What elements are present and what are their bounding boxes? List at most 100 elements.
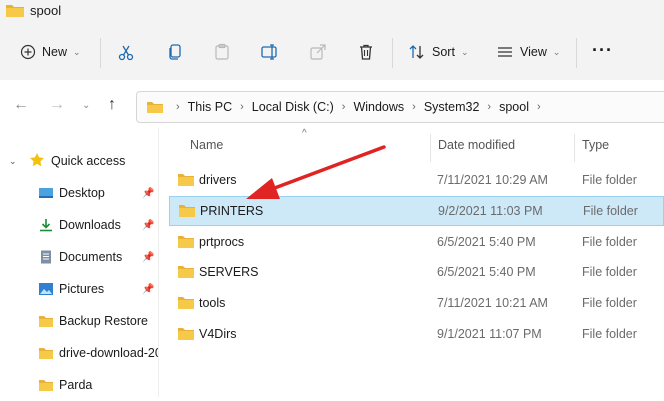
file-type: File folder (582, 296, 637, 310)
sidebar-item-parda[interactable]: Parda (0, 369, 158, 401)
file-date: 6/5/2021 5:40 PM (437, 235, 536, 249)
star-icon (29, 152, 45, 168)
file-date: 7/11/2021 10:29 AM (437, 173, 548, 187)
view-button[interactable]: View ⌄ (496, 44, 560, 60)
share-icon[interactable] (309, 43, 327, 61)
sidebar-item-backup-restore[interactable]: Backup Restore (0, 305, 158, 337)
address-bar[interactable]: › This PC › Local Disk (C:) › Windows › … (136, 91, 664, 123)
sort-icon (408, 44, 426, 60)
file-name: SERVERS (199, 265, 259, 279)
sidebar-item-label: Backup Restore (59, 314, 148, 328)
pictures-icon (38, 282, 54, 296)
breadcrumb-chevron-icon: › (487, 101, 492, 113)
sidebar-item-label: Documents (59, 250, 123, 264)
sidebar-item-label: Quick access (51, 154, 126, 168)
breadcrumb-windows[interactable]: Windows (353, 100, 404, 114)
folder-icon (38, 346, 54, 360)
sidebar-item-label: Pictures (59, 282, 105, 296)
chevron-down-icon: ⌄ (552, 46, 561, 57)
chevron-down-icon: ⌄ (73, 46, 81, 57)
paste-icon[interactable] (213, 43, 231, 61)
sidebar-item-label: drive-download-20 (59, 346, 158, 360)
breadcrumb-this-pc[interactable]: This PC (188, 100, 232, 114)
file-row-v4dirs[interactable]: V4Dirs 9/1/2021 11:07 PM File folder (169, 319, 664, 349)
folder-icon (38, 378, 54, 392)
folder-icon (146, 100, 164, 114)
breadcrumb-local-disk[interactable]: Local Disk (C:) (252, 100, 334, 114)
file-type: File folder (582, 173, 637, 187)
breadcrumb-spool[interactable]: spool (499, 100, 529, 114)
breadcrumb-chevron-icon: › (536, 101, 541, 113)
more-options-button[interactable]: ··· (592, 40, 613, 61)
breadcrumb-chevron-icon: › (176, 101, 180, 113)
file-type: File folder (582, 265, 637, 279)
breadcrumb-chevron-icon: › (341, 101, 346, 113)
file-type: File folder (583, 204, 638, 218)
sidebar-item-label: Desktop (59, 186, 105, 200)
folder-icon (177, 235, 195, 249)
file-row-printers[interactable]: PRINTERS 9/2/2021 11:03 PM File folder (169, 196, 664, 226)
file-row-tools[interactable]: tools 7/11/2021 10:21 AM File folder (169, 288, 664, 318)
file-date: 9/2/2021 11:03 PM (438, 204, 543, 218)
delete-icon[interactable] (357, 43, 375, 61)
toolbar-divider (392, 38, 393, 68)
sidebar-item-label: Downloads (59, 218, 121, 232)
file-type: File folder (582, 235, 637, 249)
folder-icon (177, 265, 195, 279)
title-bar (0, 0, 664, 26)
folder-icon (177, 296, 195, 310)
chevron-down-icon: ⌄ (460, 46, 469, 57)
file-row-prtprocs[interactable]: prtprocs 6/5/2021 5:40 PM File folder (169, 227, 664, 257)
sidebar-item-drive-download[interactable]: drive-download-20 (0, 337, 158, 369)
pin-icon: 📌 (142, 187, 155, 199)
cut-icon[interactable] (117, 44, 135, 62)
breadcrumb-chevron-icon: › (412, 101, 416, 113)
folder-icon (5, 2, 25, 18)
folder-icon (177, 327, 195, 341)
file-type: File folder (582, 327, 637, 341)
back-arrow-icon[interactable]: ← (13, 96, 29, 114)
pin-icon: 📌 (142, 283, 155, 295)
breadcrumb-system32[interactable]: System32 (424, 100, 480, 114)
toolbar-divider (576, 38, 577, 68)
sidebar-item-downloads[interactable]: Downloads 📌 (0, 209, 158, 241)
recent-locations-chevron-icon[interactable]: ⌄ (82, 100, 90, 111)
column-header-type[interactable]: Type (582, 138, 609, 152)
documents-icon (38, 250, 54, 264)
pin-icon: 📌 (142, 251, 155, 263)
folder-icon (178, 204, 196, 218)
column-header-name[interactable]: Name (190, 138, 223, 152)
sidebar-item-desktop[interactable]: Desktop 📌 (0, 177, 158, 209)
sidebar-item-pictures[interactable]: Pictures 📌 (0, 273, 158, 305)
view-list-icon (496, 44, 514, 60)
column-divider (574, 134, 575, 162)
file-row-servers[interactable]: SERVERS 6/5/2021 5:40 PM File folder (169, 257, 664, 287)
chevron-down-icon: ⌄ (9, 155, 17, 166)
folder-icon (177, 173, 195, 187)
toolbar-divider (100, 38, 101, 68)
pin-icon: 📌 (142, 219, 155, 231)
new-button[interactable]: New ⌄ (20, 44, 81, 60)
window-title: spool (30, 3, 62, 18)
new-label: New (42, 45, 68, 59)
sort-button[interactable]: Sort ⌄ (408, 44, 468, 60)
sidebar-item-documents[interactable]: Documents 📌 (0, 241, 158, 273)
sort-ascending-caret-icon: ^ (302, 128, 307, 139)
file-name: tools (199, 296, 226, 310)
rename-icon[interactable] (260, 43, 280, 61)
file-name: drivers (199, 173, 237, 187)
plus-circle-icon (20, 44, 36, 60)
file-row-drivers[interactable]: drivers 7/11/2021 10:29 AM File folder (169, 165, 664, 195)
column-header-date-modified[interactable]: Date modified (438, 138, 515, 152)
file-name: PRINTERS (200, 204, 264, 218)
forward-arrow-icon[interactable]: → (49, 96, 65, 114)
download-icon (38, 218, 54, 232)
column-divider (430, 134, 431, 162)
copy-icon[interactable] (166, 43, 184, 61)
file-name: prtprocs (199, 235, 245, 249)
file-date: 6/5/2021 5:40 PM (437, 265, 536, 279)
sidebar-item-quick-access[interactable]: ⌄ Quick access (0, 145, 158, 177)
up-arrow-icon[interactable]: ↑ (108, 96, 116, 114)
view-label: View (520, 45, 547, 59)
file-name: V4Dirs (199, 327, 237, 341)
